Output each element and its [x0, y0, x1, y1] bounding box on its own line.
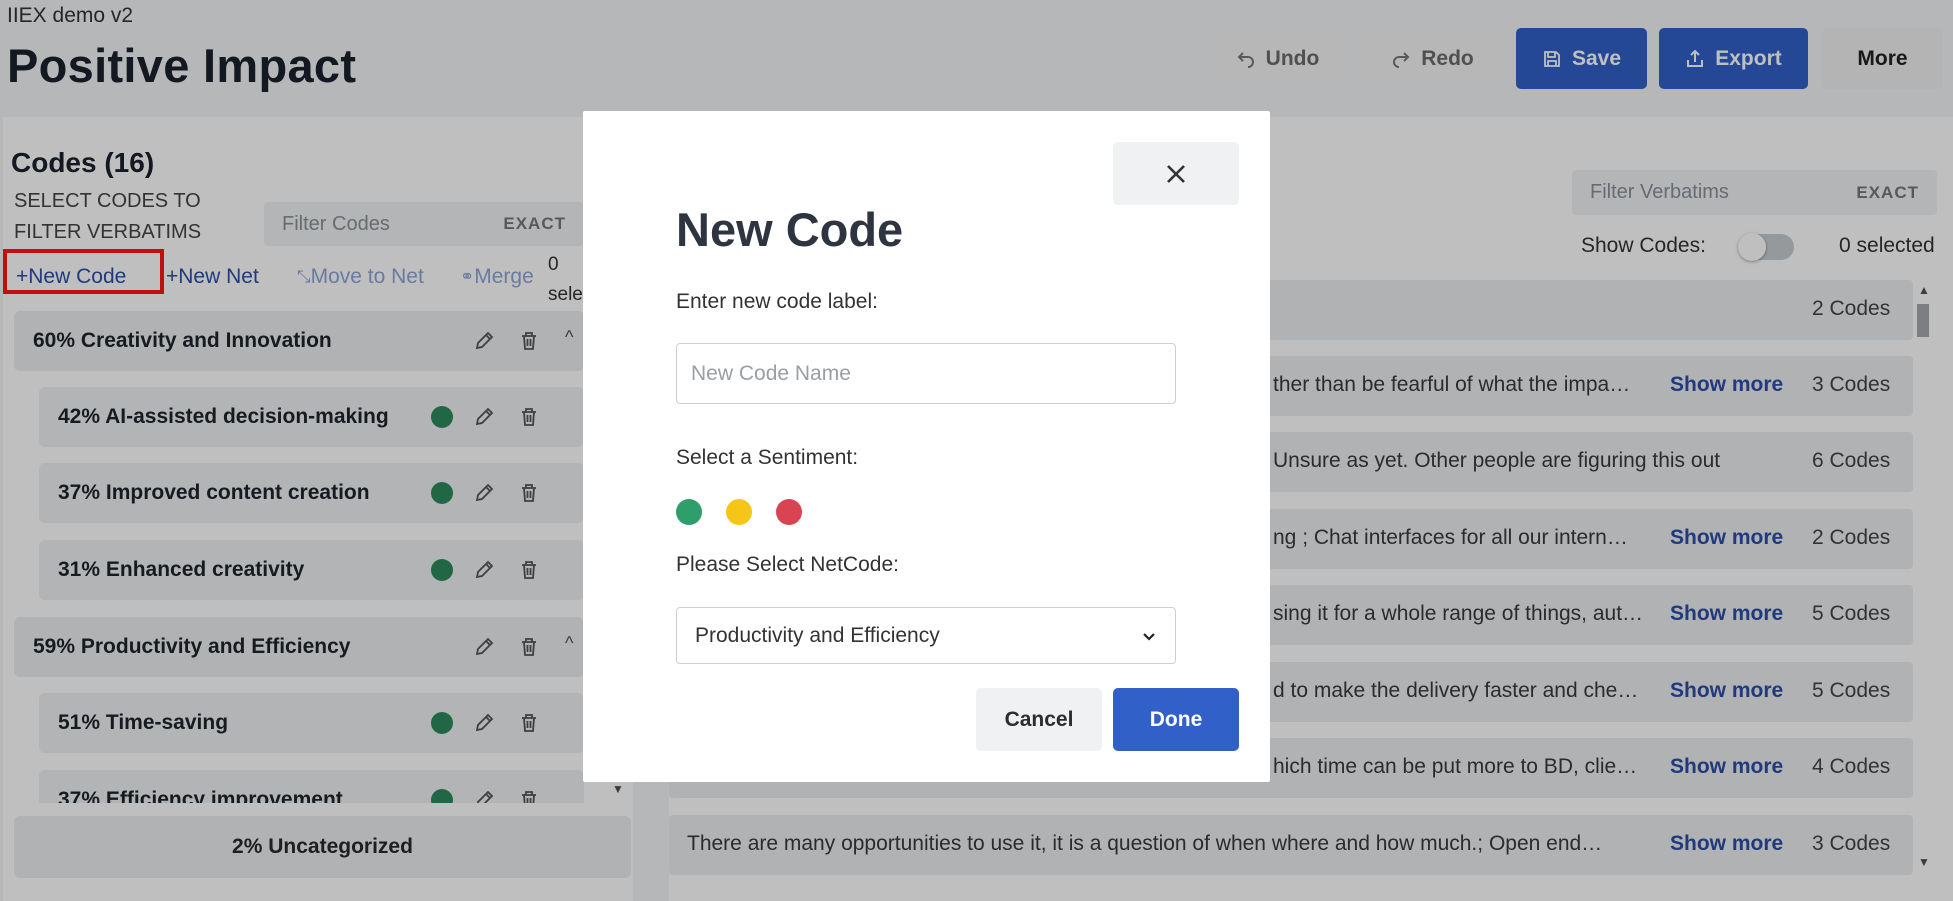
- sentiment-neutral-option[interactable]: [726, 499, 752, 525]
- cancel-button[interactable]: Cancel: [976, 688, 1102, 751]
- modal-title: New Code: [676, 203, 904, 256]
- new-code-name-input[interactable]: [676, 343, 1176, 404]
- app-root: IIEX demo v2 Positive Impact Undo Redo S…: [0, 0, 1953, 901]
- netcode-selected-value: Productivity and Efficiency: [695, 623, 940, 647]
- chevron-down-icon: [1143, 632, 1155, 641]
- close-button[interactable]: [1113, 142, 1239, 205]
- done-button[interactable]: Done: [1113, 688, 1239, 751]
- netcode-select[interactable]: Productivity and Efficiency: [676, 607, 1176, 664]
- sentiment-prompt: Select a Sentiment:: [676, 446, 859, 469]
- netcode-prompt: Please Select NetCode:: [676, 553, 899, 576]
- sentiment-negative-option[interactable]: [776, 499, 802, 525]
- close-icon: [1167, 164, 1185, 183]
- code-label-prompt: Enter new code label:: [676, 290, 878, 313]
- sentiment-positive-option[interactable]: [676, 499, 702, 525]
